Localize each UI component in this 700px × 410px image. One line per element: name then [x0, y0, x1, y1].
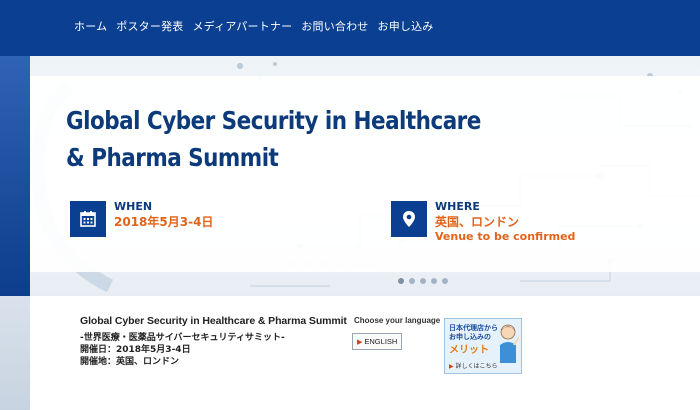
where-label: WHERE: [435, 200, 480, 213]
banner-link[interactable]: ▶ 詳しくはこちら: [449, 361, 498, 370]
language-label: Choose your language: [354, 316, 441, 325]
nav-register-link[interactable]: お申し込み: [378, 18, 434, 34]
slider-dot[interactable]: [442, 278, 448, 284]
nav-poster-link[interactable]: ポスター発表: [116, 18, 183, 34]
slider-dots: [398, 278, 448, 284]
slider-dot[interactable]: [398, 278, 404, 284]
where-note: Venue to be confirmed: [435, 230, 576, 243]
english-language-button[interactable]: ▶ ENGLISH: [352, 333, 403, 350]
slider-dot[interactable]: [420, 278, 426, 284]
hero-left-accent: [0, 56, 30, 296]
nav-contact-link[interactable]: お問い合わせ: [301, 18, 368, 34]
slider-dot[interactable]: [431, 278, 437, 284]
agent-benefits-banner[interactable]: 日本代理店から お申し込みの メリット ▶ 詳しくはこちら: [444, 318, 522, 374]
left-decorative-strip: [0, 296, 30, 410]
title-line-1: Global Cyber Security in Healthcare: [66, 106, 481, 135]
calendar-icon: [70, 201, 106, 237]
english-button-label: ENGLISH: [364, 337, 398, 346]
slider-dot[interactable]: [409, 278, 415, 284]
nav-home-link[interactable]: ホーム: [74, 18, 107, 34]
when-label: WHEN: [114, 200, 153, 213]
top-navigation: ホーム ポスター発表 メディアパートナー お問い合わせ お申し込み: [0, 0, 700, 56]
banner-line-3: メリット: [449, 345, 489, 356]
map-pin-icon: [391, 201, 427, 237]
where-value: 英国、ロンドン: [435, 215, 520, 229]
person-illustration-icon: [500, 324, 519, 363]
page-title: Global Cyber Security in Healthcare & Ph…: [66, 102, 481, 176]
arrow-right-icon: ▶: [357, 338, 363, 346]
nav-media-partner-link[interactable]: メディアパートナー: [192, 18, 292, 34]
when-value: 2018年5月3-4日: [114, 215, 214, 229]
title-line-2: & Pharma Summit: [66, 143, 279, 172]
summary-venue: 開催地：英国、ロンドン: [80, 357, 180, 367]
summary-title: Global Cyber Security in Healthcare & Ph…: [80, 315, 347, 327]
